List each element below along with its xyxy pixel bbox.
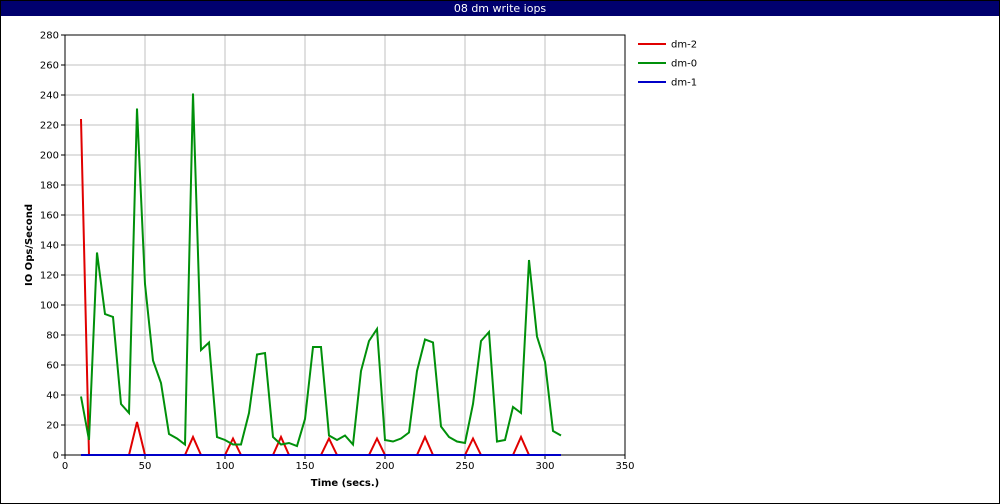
x-tick-label: 150 <box>295 461 314 472</box>
x-tick-label: 100 <box>215 461 234 472</box>
x-tick-label: 300 <box>535 461 554 472</box>
y-tick-label: 140 <box>40 241 59 252</box>
y-tick-label: 200 <box>40 151 59 162</box>
y-tick-label: 160 <box>40 211 59 222</box>
y-tick-label: 120 <box>40 271 59 282</box>
y-tick-label: 280 <box>40 31 59 42</box>
x-tick-label: 350 <box>615 461 634 472</box>
y-tick-label: 100 <box>40 301 59 312</box>
y-tick-label: 180 <box>40 181 59 192</box>
y-axis-title: IO Ops/Second <box>24 204 35 286</box>
series-line-dm-2 <box>80 118 561 456</box>
y-tick-label: 40 <box>46 391 59 402</box>
y-tick-label: 80 <box>46 331 59 342</box>
series-line-dm-0 <box>80 93 562 448</box>
legend-label-dm-2: dm-2 <box>671 40 697 51</box>
y-tick-label: 240 <box>40 91 59 102</box>
line-chart: 0 50 100 150 200 250 300 350 0 20 40 60 80 100 120 140 1… <box>24 31 697 490</box>
x-tick-label: 0 <box>62 461 68 472</box>
legend-label-dm-1: dm-1 <box>671 78 697 89</box>
y-tick-label: 20 <box>46 421 59 432</box>
x-tick-label: 50 <box>139 461 152 472</box>
x-axis-title: Time (secs.) <box>311 478 380 489</box>
y-tick-label: 260 <box>40 61 59 72</box>
series-lines <box>80 93 562 456</box>
x-tick-label: 250 <box>455 461 474 472</box>
legend: dm-2 dm-0 dm-1 <box>638 40 697 89</box>
legend-label-dm-0: dm-0 <box>671 59 697 70</box>
grid-lines <box>64 34 626 456</box>
x-tick-label: 200 <box>375 461 394 472</box>
y-tick-label: 220 <box>40 121 59 132</box>
y-tick-label: 60 <box>46 361 59 372</box>
y-tick-label: 0 <box>53 451 59 462</box>
